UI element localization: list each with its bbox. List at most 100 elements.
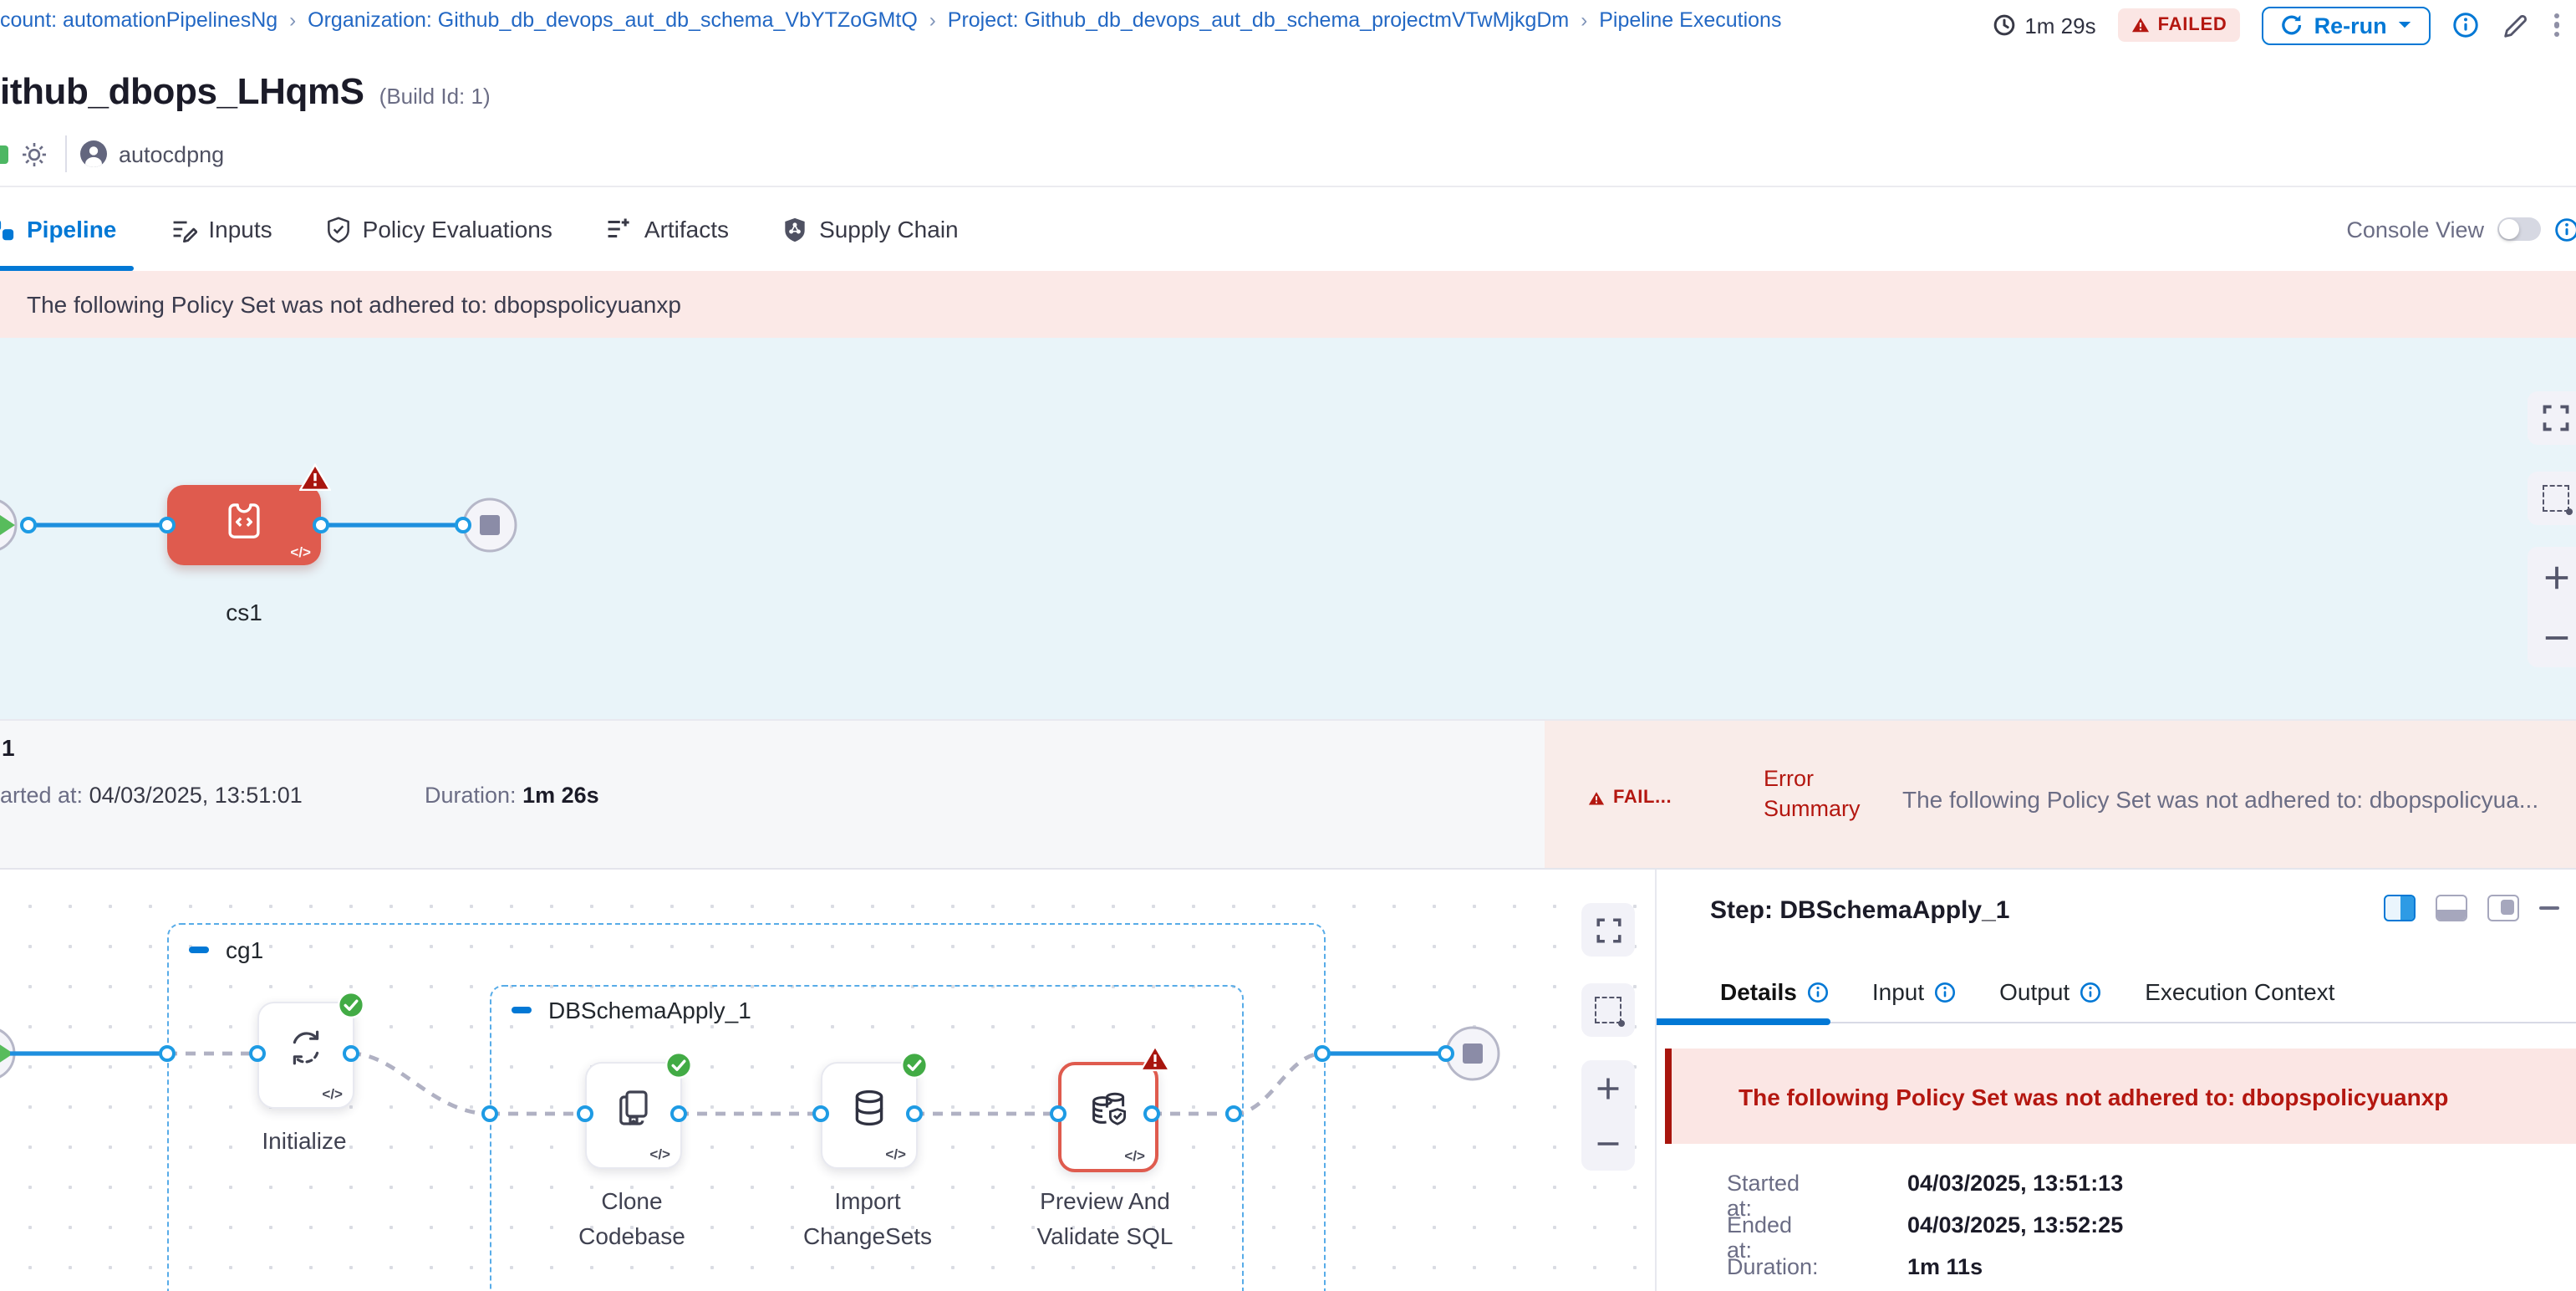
active-tab-indicator xyxy=(1657,1018,1830,1024)
edge-port xyxy=(313,517,329,533)
tab-output[interactable]: Output xyxy=(1999,978,2101,1005)
step-details-title: Step: DBSchemaApply_1 xyxy=(1710,896,2009,925)
divider xyxy=(65,135,67,172)
step-node-initialize[interactable]: </> xyxy=(257,1002,354,1109)
tab-details[interactable]: Details xyxy=(1720,978,1829,1005)
rerun-button[interactable]: Re-run xyxy=(2263,6,2431,44)
stage-duration-value: 1m 26s xyxy=(522,783,599,808)
layout-floating-button[interactable] xyxy=(2487,895,2519,921)
marquee-icon xyxy=(2543,485,2569,512)
tab-inputs-label: Inputs xyxy=(208,216,272,242)
edge-port xyxy=(577,1105,593,1122)
clone-codebase-step-icon xyxy=(612,1085,655,1137)
breadcrumb-account[interactable]: count: automationPipelinesNg xyxy=(0,8,277,32)
layout-right-button[interactable] xyxy=(2384,895,2416,921)
stage-started-at: arted at: 04/03/2025, 13:51:01 xyxy=(0,783,303,808)
info-icon[interactable] xyxy=(2080,981,2101,1003)
fullscreen-button[interactable] xyxy=(1581,903,1635,957)
shield-check-icon xyxy=(326,215,351,243)
zoom-out-button[interactable] xyxy=(2542,623,2570,651)
breadcrumb-pipeline-executions[interactable]: Pipeline Executions xyxy=(1599,8,1781,32)
tab-input[interactable]: Input xyxy=(1872,978,1956,1005)
code-glyph: </> xyxy=(649,1146,670,1162)
edge-port xyxy=(1143,1105,1160,1122)
edge-port xyxy=(249,1045,266,1062)
console-view-label: Console View xyxy=(2346,217,2484,242)
gear-icon[interactable] xyxy=(20,140,48,168)
pipeline-stage-graph: </> cs1 xyxy=(0,338,2576,719)
tag-icon xyxy=(0,145,8,163)
policy-violation-banner-text: The following Policy Set was not adhered… xyxy=(27,291,681,318)
info-icon[interactable] xyxy=(1807,981,1829,1003)
elapsed-time: 1m 29s xyxy=(1993,13,2095,38)
breadcrumb-separator: › xyxy=(289,8,296,32)
success-status-icon xyxy=(901,1052,928,1087)
custom-stage-icon xyxy=(221,498,267,552)
info-icon[interactable] xyxy=(1934,981,1956,1003)
stage-started-value: 04/03/2025, 13:51:01 xyxy=(89,783,303,808)
pipeline-icon xyxy=(0,217,15,242)
database-icon xyxy=(848,1085,891,1137)
success-status-icon xyxy=(665,1052,692,1087)
tab-artifacts-label: Artifacts xyxy=(644,216,729,242)
step-graph-canvas[interactable]: cg1 DBSchemaApply_1 xyxy=(0,870,1655,1291)
rerun-button-label: Re-run xyxy=(2314,13,2387,38)
warning-triangle-icon xyxy=(2131,17,2150,33)
chevron-down-icon xyxy=(2397,20,2412,30)
stage-details-bar: 1 arted at: 04/03/2025, 13:51:01 Duratio… xyxy=(0,719,2576,870)
edge-port xyxy=(812,1105,829,1122)
edit-pipeline-icon[interactable] xyxy=(2501,11,2529,39)
edge-port xyxy=(670,1105,687,1122)
list-plus-icon xyxy=(606,216,633,242)
database-check-icon xyxy=(1085,1087,1132,1139)
failed-status-icon xyxy=(299,463,331,500)
zoom-controls xyxy=(1581,1060,1635,1171)
tab-pipeline[interactable]: Pipeline xyxy=(0,187,143,271)
refresh-icon xyxy=(2281,13,2304,37)
stage-name: 1 xyxy=(2,734,15,761)
step-node-clone-codebase[interactable]: </> xyxy=(585,1062,682,1169)
fullscreen-button[interactable] xyxy=(2528,391,2576,445)
inputs-icon xyxy=(170,216,196,242)
tab-policy-evaluations[interactable]: Policy Evaluations xyxy=(299,187,579,271)
failed-status-icon xyxy=(1140,1045,1170,1080)
stage-duration: Duration: 1m 26s xyxy=(425,783,599,808)
step-details-panel: Step: DBSchemaApply_1 Details Input xyxy=(1655,870,2576,1291)
edge-port xyxy=(455,517,471,533)
selection-mode-button[interactable] xyxy=(2528,472,2576,525)
execution-title-row: ithub_dbops_LHqmS (Build Id: 1) xyxy=(0,70,491,114)
tab-inputs[interactable]: Inputs xyxy=(143,187,298,271)
code-glyph: </> xyxy=(322,1085,343,1102)
selection-mode-button[interactable] xyxy=(1581,983,1635,1037)
breadcrumb-organization[interactable]: Organization: Github_db_devops_aut_db_sc… xyxy=(308,8,918,32)
trigger-user: autocdpng xyxy=(80,140,224,167)
execution-meta-row: autocdpng xyxy=(0,134,224,174)
info-icon[interactable] xyxy=(2452,12,2479,38)
edge-port xyxy=(1314,1045,1331,1062)
console-view-toggle[interactable] xyxy=(2497,217,2541,241)
edge-port xyxy=(343,1045,359,1062)
tab-policy-evaluations-label: Policy Evaluations xyxy=(363,216,552,242)
tab-execution-context[interactable]: Execution Context xyxy=(2145,978,2334,1005)
minimize-panel-button[interactable] xyxy=(2539,906,2559,910)
stage-node-cs1[interactable]: </> xyxy=(167,485,321,565)
zoom-in-button[interactable] xyxy=(2542,563,2570,591)
step-node-import-changesets[interactable]: </> xyxy=(821,1062,918,1169)
more-options-menu[interactable] xyxy=(2551,9,2563,40)
pipeline-title: ithub_dbops_LHqmS xyxy=(0,70,364,114)
step-label-initialize: Initialize xyxy=(211,1124,398,1159)
initialize-step-icon xyxy=(284,1025,328,1077)
console-view-control: Console View xyxy=(2346,187,2563,271)
edge-port xyxy=(159,1045,176,1062)
layout-bottom-button[interactable] xyxy=(2436,895,2467,921)
code-glyph: </> xyxy=(290,543,311,560)
edge-port xyxy=(906,1105,923,1122)
info-icon[interactable] xyxy=(2554,217,2576,242)
edge-port xyxy=(20,517,37,533)
tab-artifacts[interactable]: Artifacts xyxy=(579,187,756,271)
breadcrumb-project[interactable]: Project: Github_db_devops_aut_db_schema_… xyxy=(948,8,1569,32)
zoom-out-button[interactable] xyxy=(1595,1130,1621,1156)
zoom-in-button[interactable] xyxy=(1595,1074,1621,1101)
tab-supply-chain[interactable]: Supply Chain xyxy=(756,187,985,271)
status-badge-label: FAILED xyxy=(2158,15,2227,35)
